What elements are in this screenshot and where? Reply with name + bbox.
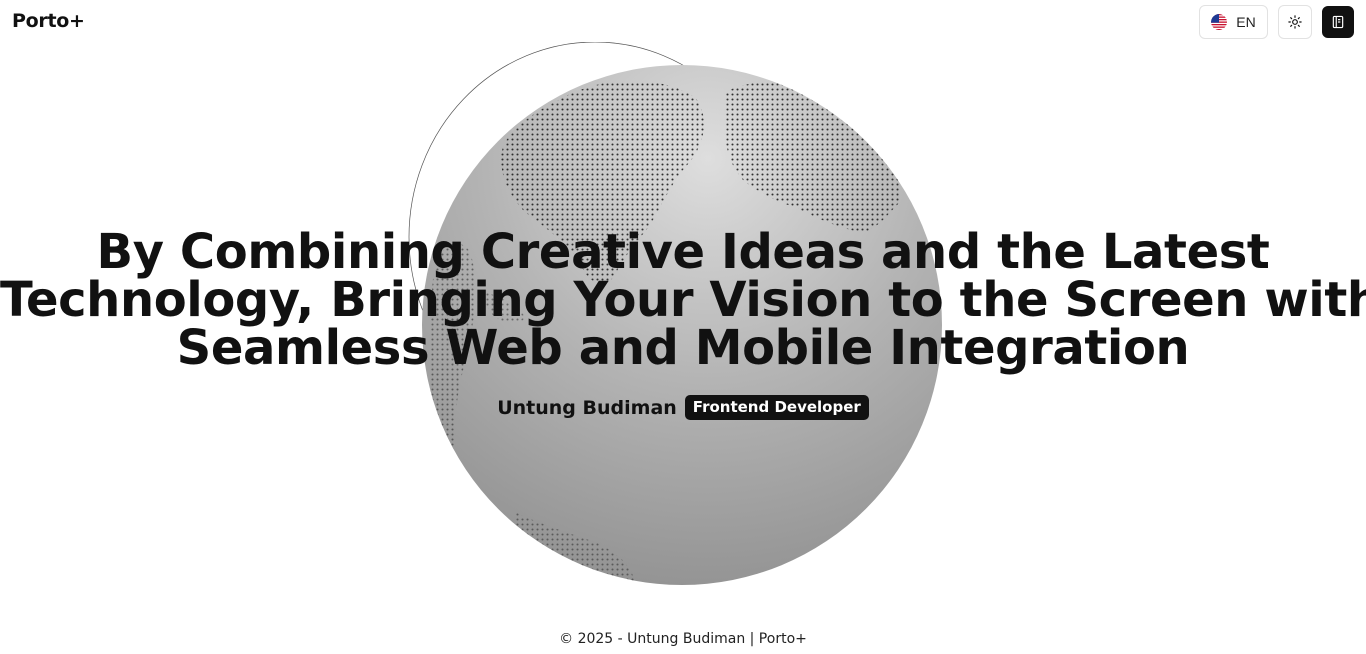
us-flag-icon bbox=[1211, 14, 1228, 30]
menu-button[interactable] bbox=[1322, 6, 1354, 38]
sun-icon bbox=[1288, 15, 1302, 29]
book-icon bbox=[1332, 15, 1344, 29]
site-logo[interactable]: Porto+ bbox=[12, 10, 85, 32]
author-name: Untung Budiman bbox=[497, 396, 677, 419]
footer-copyright: © 2025 - Untung Budiman | Porto+ bbox=[559, 631, 807, 647]
hero-headline: By Combining Creative Ideas and the Late… bbox=[0, 228, 1366, 372]
page: Porto+ EN By Combining Creative Ideas an… bbox=[0, 0, 1366, 654]
author-role-badge: Frontend Developer bbox=[684, 395, 869, 420]
hero-headline-line: Technology, Bringing Your Vision to the … bbox=[0, 272, 1366, 328]
language-switcher-button[interactable]: EN bbox=[1199, 5, 1268, 39]
hero-headline-line: By Combining Creative Ideas and the Late… bbox=[96, 224, 1270, 280]
author-byline: Untung Budiman Frontend Developer bbox=[0, 395, 1366, 420]
theme-toggle-button[interactable] bbox=[1278, 5, 1312, 39]
hero-headline-line: Seamless Web and Mobile Integration bbox=[176, 320, 1190, 376]
header-controls: EN bbox=[1199, 5, 1354, 39]
language-code: EN bbox=[1236, 14, 1256, 30]
